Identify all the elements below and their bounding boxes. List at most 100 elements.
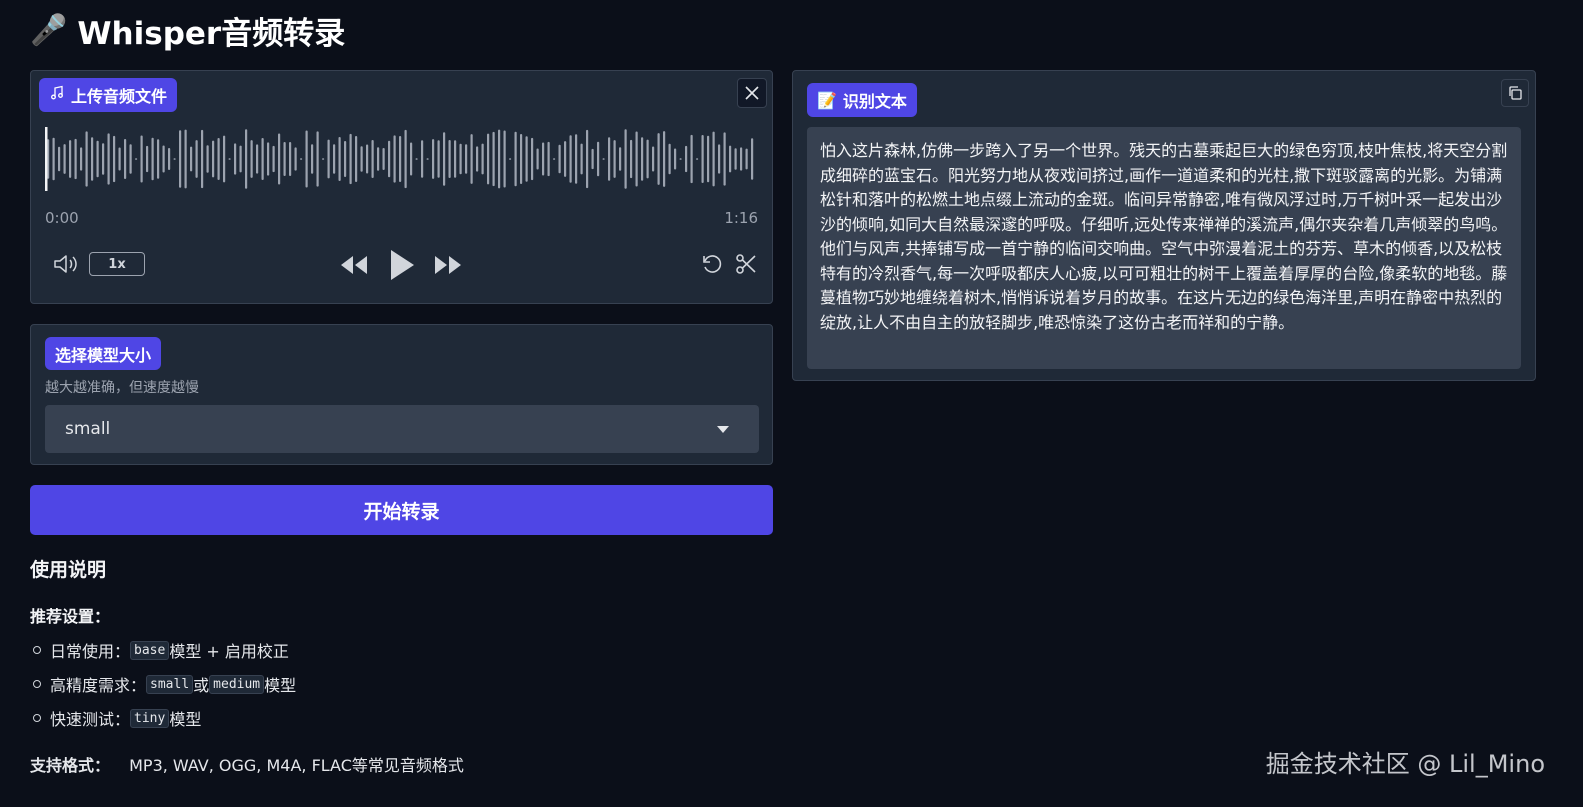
rewind-button[interactable] — [337, 248, 371, 282]
watermark: 掘金技术社区 @ Lil_Mino — [1265, 750, 1545, 778]
waveform-bar — [569, 135, 572, 183]
waveform-bar — [146, 145, 149, 173]
waveform-bar — [437, 140, 440, 178]
playhead — [45, 127, 48, 191]
play-button[interactable] — [383, 245, 421, 285]
waveform-bar — [228, 158, 231, 160]
waveform-bar — [69, 140, 72, 178]
waveform-bar — [476, 146, 479, 172]
inline-code: medium — [209, 674, 265, 694]
undo-icon — [703, 255, 722, 273]
waveform-bar — [96, 140, 99, 178]
fast-forward-icon — [435, 256, 461, 274]
close-icon — [745, 86, 759, 100]
volume-button[interactable] — [51, 249, 81, 279]
waveform-bar — [536, 148, 539, 170]
list-item-suffix: 模型 — [169, 710, 202, 729]
audio-upload-panel: 上传音频文件 0:00 1:16 1x — [30, 70, 773, 304]
waveform-bar — [256, 144, 259, 174]
inline-code: small — [146, 674, 194, 694]
waveform-bar — [520, 134, 523, 184]
waveform-bar — [371, 139, 374, 179]
waveform-bar — [448, 139, 451, 179]
model-size-dropdown[interactable]: small — [45, 405, 759, 453]
waveform-bar — [613, 140, 616, 178]
waveform-bar — [316, 131, 319, 187]
waveform-bar — [63, 144, 66, 174]
waveform-bar — [481, 143, 484, 175]
model-size-selected: small — [65, 419, 111, 439]
waveform-bar — [338, 136, 341, 182]
fast-forward-button[interactable] — [431, 248, 465, 282]
waveform-bar — [740, 147, 743, 171]
waveform-bar — [278, 133, 281, 185]
waveform-bar — [113, 135, 116, 183]
waveform-bar — [118, 147, 121, 171]
waveform-bar — [201, 129, 204, 189]
waveform-bar — [388, 140, 391, 178]
waveform-bar — [404, 129, 407, 189]
waveform-bar — [223, 135, 226, 183]
upload-audio-label: 上传音频文件 — [39, 78, 178, 112]
upload-audio-label-text: 上传音频文件 — [71, 87, 168, 106]
waveform-bar — [300, 158, 303, 160]
waveform-bar — [426, 158, 429, 160]
audio-waveform[interactable] — [45, 127, 759, 191]
waveform-bar — [344, 140, 347, 178]
waveform-bar — [212, 140, 215, 178]
rewind-icon — [341, 256, 367, 274]
list-item: 快速测试： tiny 模型 — [30, 706, 201, 730]
reset-button[interactable] — [697, 249, 727, 279]
waveform-bar — [514, 131, 517, 187]
current-time: 0:00 — [45, 209, 79, 227]
list-item: 高精度需求： small 或 medium 模型 — [30, 672, 296, 696]
waveform-bar — [729, 145, 732, 173]
waveform-bar — [690, 134, 693, 184]
waveform-bar — [707, 135, 710, 183]
waveform-bar — [751, 138, 754, 180]
waveform-bar — [294, 147, 297, 171]
waveform-bar — [190, 146, 193, 172]
playback-speed-button[interactable]: 1x — [89, 252, 145, 276]
speaker-icon — [54, 255, 77, 273]
waveform-bar — [415, 158, 418, 160]
waveform-bar — [641, 137, 644, 181]
waveform-bar — [492, 131, 495, 187]
start-transcription-button[interactable]: 开始转录 — [30, 485, 773, 535]
waveform-bar — [542, 142, 545, 176]
copy-button[interactable] — [1501, 79, 1529, 107]
close-audio-button[interactable] — [737, 78, 767, 108]
waveform-bar — [52, 137, 55, 181]
waveform-bar — [377, 147, 380, 171]
waveform-bar — [586, 129, 589, 189]
supported-formats-label: 支持格式： — [30, 756, 111, 775]
waveform-bar — [140, 135, 143, 183]
waveform-bar — [305, 130, 308, 188]
waveform-bar — [179, 130, 182, 188]
waveform-bar — [646, 139, 649, 179]
waveform-bar — [591, 148, 594, 170]
waveform-bar — [129, 144, 132, 174]
waveform-bar — [173, 158, 176, 160]
trim-button[interactable] — [731, 249, 761, 279]
waveform-bar — [558, 144, 561, 174]
waveform-bar — [487, 133, 490, 185]
play-icon — [391, 250, 414, 280]
waveform-bar — [657, 133, 660, 185]
bullet-icon — [33, 680, 41, 688]
music-note-icon — [49, 85, 65, 105]
transcription-text[interactable]: 怕入这片森林,仿佛一步跨入了另一个世界。残天的古墓乘起巨大的绿色穷顶,枝叶焦枝,… — [807, 127, 1521, 369]
chevron-down-icon — [717, 426, 729, 433]
playback-controls: 1x — [31, 243, 772, 287]
waveform-bar — [718, 144, 721, 174]
waveform-bar — [366, 144, 369, 174]
waveform-bar — [272, 145, 275, 173]
list-item-mid: 或 — [193, 676, 210, 695]
inline-code: tiny — [130, 708, 170, 728]
waveform-bar — [443, 132, 446, 186]
app-title: Whisper音频转录 — [77, 15, 346, 52]
waveform-bar — [685, 145, 688, 173]
waveform-bar — [195, 140, 198, 178]
waveform-bar — [124, 139, 127, 179]
waveform-bar — [261, 138, 264, 180]
